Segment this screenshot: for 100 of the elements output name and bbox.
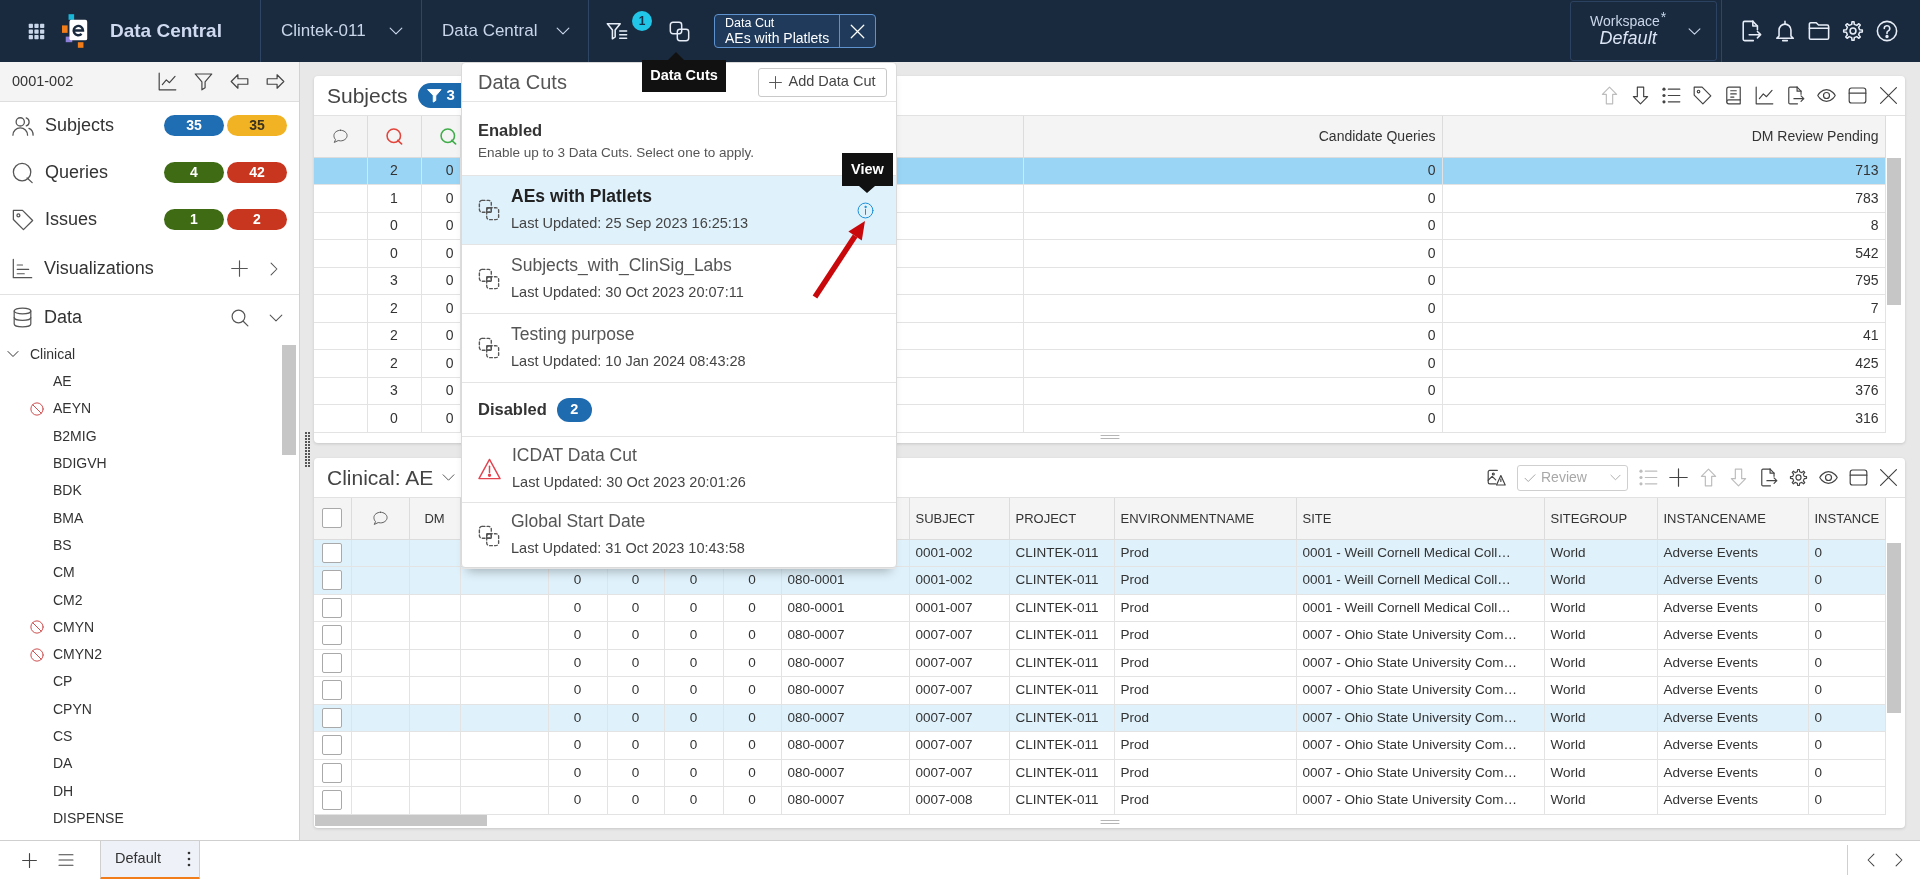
tag-icon[interactable] xyxy=(1693,86,1712,105)
select-all-checkbox[interactable] xyxy=(322,508,343,529)
panel-title[interactable]: Clinical: AE xyxy=(327,461,434,494)
add-icon[interactable] xyxy=(231,260,248,277)
table-row[interactable]: 0 0 0 0 080-0007 0007-007 CLINTEK-011 Prod 0007 - Ohio State University Com… World Adverse Events 0 xyxy=(314,649,1885,677)
tree-item[interactable]: BMA xyxy=(53,507,84,529)
line-chart-icon[interactable] xyxy=(158,72,177,91)
resize-grip-icon[interactable] xyxy=(1099,819,1120,825)
panel-layout-icon[interactable] xyxy=(1849,468,1868,487)
nav-label[interactable]: Issues xyxy=(45,206,98,233)
line-chart-icon[interactable] xyxy=(1755,86,1774,105)
tree-item[interactable]: CPYN xyxy=(53,698,92,720)
column-header[interactable]: PROJECT xyxy=(1009,498,1114,539)
settings-icon[interactable] xyxy=(1789,468,1808,487)
table-row[interactable]: 0 0 0 0 080-0007 0007-007 CLINTEK-011 Prod 0007 - Ohio State University Com… World Adverse Events 0 xyxy=(314,731,1885,759)
count-badge[interactable]: 2 xyxy=(227,209,287,230)
scrollbar[interactable] xyxy=(282,345,296,455)
kebab-menu-icon[interactable] xyxy=(187,850,191,867)
overlapping-squares-icon[interactable] xyxy=(669,20,690,42)
column-header[interactable]: SITE xyxy=(1296,498,1544,539)
column-header[interactable]: Candidate Queries xyxy=(1023,116,1442,157)
count-badge[interactable]: 42 xyxy=(227,162,287,183)
column-header[interactable]: INSTANCE xyxy=(1808,498,1885,539)
chevron-down-icon[interactable] xyxy=(7,348,19,360)
apps-grid-icon[interactable] xyxy=(28,22,45,40)
app-logo[interactable] xyxy=(62,14,90,48)
data-cut-item[interactable]: ICDAT Data Cut Last Updated: 30 Oct 2023 20:01:26 xyxy=(462,437,896,503)
folder-icon[interactable] xyxy=(1808,20,1830,42)
panel-layout-icon[interactable] xyxy=(1848,86,1867,105)
arrow-down-icon[interactable] xyxy=(1631,86,1650,105)
close-icon[interactable] xyxy=(1879,86,1898,105)
column-header[interactable]: DM xyxy=(409,498,460,539)
list-icon[interactable] xyxy=(1662,86,1681,105)
data-cut-item[interactable]: Subjects_with_ClinSig_Labs Last Updated: 30 Oct 2023 20:07:11 xyxy=(462,245,896,314)
tree-item[interactable]: BS xyxy=(53,534,72,556)
nav-label[interactable]: Subjects xyxy=(45,112,115,139)
image-warning-icon[interactable] xyxy=(1487,468,1506,487)
tree-item[interactable]: DA xyxy=(53,753,73,775)
row-checkbox[interactable] xyxy=(322,680,343,701)
count-badge[interactable]: 35 xyxy=(227,115,287,136)
add-icon[interactable] xyxy=(22,852,37,868)
column-header[interactable]: SITEGROUP xyxy=(1544,498,1657,539)
row-checkbox[interactable] xyxy=(322,735,343,756)
book-icon[interactable] xyxy=(1724,86,1743,105)
row-checkbox[interactable] xyxy=(322,570,343,591)
eye-icon[interactable] xyxy=(1817,86,1836,105)
plus-icon[interactable] xyxy=(1669,468,1688,487)
chevron-down-icon[interactable] xyxy=(442,471,456,484)
column-header[interactable]: ENVIRONMENTNAME xyxy=(1114,498,1296,539)
row-checkbox[interactable] xyxy=(322,542,343,563)
tree-item[interactable]: BDK xyxy=(53,480,82,502)
column-header[interactable]: SUBJECT xyxy=(909,498,1009,539)
row-checkbox[interactable] xyxy=(322,652,343,673)
scrollbar[interactable] xyxy=(1887,158,1901,305)
row-checkbox[interactable] xyxy=(322,707,343,728)
filter-list-icon[interactable] xyxy=(606,20,628,42)
notifications-icon[interactable] xyxy=(1774,20,1796,42)
row-checkbox[interactable] xyxy=(322,625,343,646)
add-data-cut-button[interactable]: Add Data Cut xyxy=(758,67,887,97)
close-icon[interactable] xyxy=(1879,468,1898,487)
table-row[interactable]: 0 0 0 0 080-0007 0007-007 CLINTEK-011 Prod 0007 - Ohio State University Com… World Adverse Events 0 xyxy=(314,621,1885,649)
resize-grip-icon[interactable] xyxy=(1099,434,1120,440)
nav-label[interactable]: Visualizations xyxy=(44,255,154,282)
export-icon[interactable] xyxy=(1759,468,1778,487)
table-row[interactable]: 0 0 0 0 080-0001 0001-002 CLINTEK-011 Prod 0001 - Weill Cornell Medical Coll… World Adverse Events 0 xyxy=(314,566,1885,594)
workspace-tab[interactable]: Default xyxy=(100,840,200,879)
tree-item[interactable]: CM2 xyxy=(53,589,83,611)
table-row[interactable]: 0 0 0 0 080-0007 0007-008 CLINTEK-011 Prod 0007 - Ohio State University Com… World Adverse Events 0 xyxy=(314,786,1885,814)
row-checkbox[interactable] xyxy=(322,597,343,618)
search-icon[interactable] xyxy=(231,308,249,327)
tree-item[interactable]: CS xyxy=(53,726,73,747)
nav-label[interactable]: Queries xyxy=(45,159,109,186)
scrollbar[interactable] xyxy=(1887,543,1901,713)
tree-item[interactable]: DH xyxy=(53,780,74,802)
menu-icon[interactable] xyxy=(58,852,74,868)
table-row[interactable]: 0 0 0 0 080-0007 0007-007 CLINTEK-011 Prod 0007 - Ohio State University Com… World Adverse Events 0 xyxy=(314,759,1885,787)
tree-item[interactable]: DISPENSE xyxy=(53,807,124,829)
data-cut-item[interactable]: Testing purpose Last Updated: 10 Jan 2024 08:43:28 xyxy=(462,314,896,383)
filter-icon[interactable] xyxy=(194,72,213,91)
data-cut-item[interactable]: AEs with Platlets Last Updated: 25 Sep 2023 16:25:13 xyxy=(462,176,896,245)
table-row[interactable]: 0 0 0 0 080-0007 0007-007 CLINTEK-011 Prod 0007 - Ohio State University Com… World Adverse Events 0 xyxy=(314,676,1885,704)
table-row[interactable]: 0 0 0 0 080-0001 0001-007 CLINTEK-011 Prod 0001 - Weill Cornell Medical Coll… World Adverse Events 0 xyxy=(314,594,1885,622)
workspace-selector[interactable]: Workspace* Default xyxy=(1570,1,1717,61)
tree-item[interactable]: CM xyxy=(53,562,75,584)
column-header[interactable]: DM Review Pending xyxy=(1442,116,1885,157)
data-cut-item[interactable]: Global Start Date Last Updated: 31 Oct 2023 10:43:58 xyxy=(462,503,896,569)
arrow-left-icon[interactable] xyxy=(230,72,249,91)
row-checkbox[interactable] xyxy=(322,790,343,811)
drag-handle-icon[interactable] xyxy=(305,432,310,467)
logout-icon[interactable] xyxy=(1740,20,1762,42)
tree-item[interactable]: AE xyxy=(53,371,72,393)
tree-item[interactable]: CP xyxy=(53,671,73,693)
count-badge[interactable]: 1 xyxy=(164,209,224,230)
tree-item[interactable]: BDIGVH xyxy=(53,453,107,475)
export-icon[interactable] xyxy=(1786,86,1805,105)
count-badge[interactable]: 35 xyxy=(164,115,224,136)
column-header[interactable]: INSTANCENAME xyxy=(1657,498,1808,539)
nav-label[interactable]: Data xyxy=(44,304,83,331)
info-icon[interactable] xyxy=(857,201,874,219)
tree-folder-label[interactable]: Clinical xyxy=(30,343,76,365)
